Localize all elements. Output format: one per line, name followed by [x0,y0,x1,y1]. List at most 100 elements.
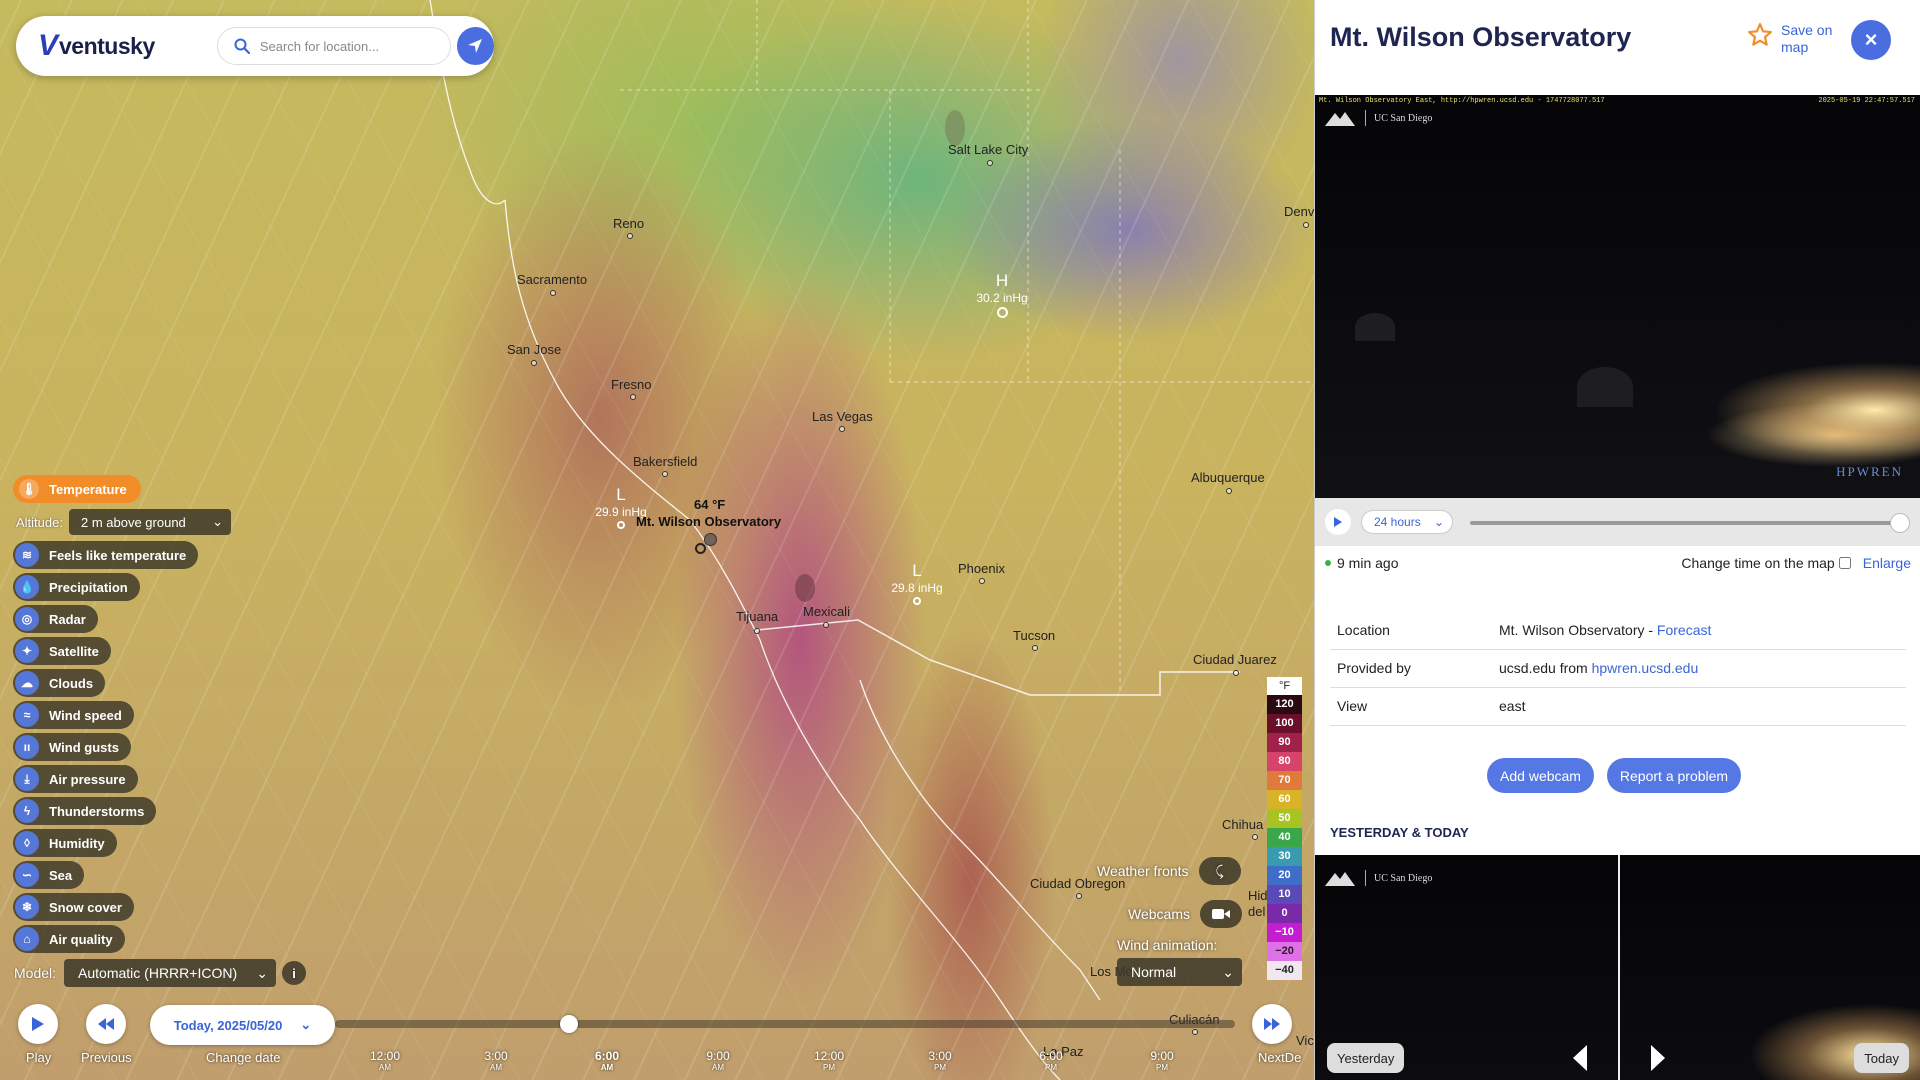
info-value: Mt. Wilson Observatory - Forecast [1492,611,1906,650]
selected-point-marker[interactable] [695,543,706,554]
webcam-status: 9 min ago Change time on the map Enlarge [1325,555,1911,571]
timelapse-handle[interactable] [1890,513,1910,533]
previous-button[interactable] [86,1004,126,1044]
city-label[interactable]: Albuquerque [1191,470,1265,485]
add-webcam-button[interactable]: Add webcam [1487,758,1594,793]
timeline-tick[interactable]: 3:00 PM [910,1049,970,1072]
altitude-select[interactable]: 2 m above ground ⌄ [68,509,231,535]
webcam-marker[interactable] [704,533,717,546]
city-label[interactable]: Mexicali [803,604,850,619]
enlarge-link[interactable]: Enlarge [1863,555,1911,571]
model-info-button[interactable]: i [282,961,307,985]
weather-fronts-toggle[interactable]: ⤹ [1198,857,1241,885]
layer-label: Air quality [49,931,113,947]
layer-clouds[interactable]: ☁ Clouds [13,669,106,697]
today-button[interactable]: Today [1854,1043,1909,1073]
wind-animation-select[interactable]: Normal ⌄ [1117,958,1242,986]
tick-time: 12:00 [369,1049,401,1063]
compare-divider[interactable] [1618,855,1620,1080]
city-label[interactable]: Reno [613,216,644,231]
city-label[interactable]: Salt Lake City [948,142,1028,157]
layer-precipitation[interactable]: 💧 Precipitation [13,573,140,601]
city-label[interactable]: Las Vegas [812,409,873,424]
weather-map[interactable]: Salt Lake City Reno Sacramento San Jose … [0,0,1314,1080]
timeline-tick[interactable]: 12:00 PM [799,1049,859,1072]
ventusky-logo[interactable]: V ventusky [38,29,205,63]
timeline-tick[interactable]: 9:00 AM [688,1049,748,1072]
report-problem-button[interactable]: Report a problem [1607,758,1741,793]
date-picker-button[interactable]: Today, 2025/05/20 ⌄ [150,1005,335,1045]
next-button[interactable] [1252,1004,1292,1044]
search-input[interactable] [259,38,440,54]
timeline-tick[interactable]: 3:00 AM [466,1049,526,1072]
close-icon: × [1864,27,1878,52]
city-label[interactable]: Vic [1296,1033,1314,1048]
timeline-handle[interactable] [560,1015,578,1033]
webcams-toggle[interactable] [1199,900,1242,928]
timeline-track[interactable] [335,1020,1235,1028]
layer-thunderstorms[interactable]: ϟ Thunderstorms [13,797,157,825]
layer-temperature-active[interactable]: 🌡 Temperature [13,475,141,503]
city-marker [1076,893,1082,899]
timeline-tick[interactable]: 12:00 AM [355,1049,415,1072]
webcam-play-button[interactable] [1325,509,1351,535]
layer-satellite[interactable]: ✦ Satellite [13,637,111,665]
arrow-right-icon[interactable] [1651,1045,1665,1071]
layer-snow-cover[interactable]: ❄ Snow cover [13,893,134,921]
layer-label: Thunderstorms [49,803,145,819]
city-marker [662,471,668,477]
selected-point-temp: 64 °F [694,497,726,512]
navigation-arrow-icon [468,39,483,53]
timeline-tick[interactable]: 9:00 PM [1132,1049,1192,1072]
tick-time: 9:00 [706,1049,730,1063]
layer-wind-gusts[interactable]: ıı Wind gusts [13,733,131,761]
city-label[interactable]: Phoenix [958,561,1005,576]
layer-sea[interactable]: ∽ Sea [13,861,85,889]
city-label[interactable]: Bakersfield [633,454,697,469]
change-time-toggle[interactable]: Change time on the map [1681,555,1851,571]
model-control: Model: Automatic (HRRR+ICON) ⌄ i [14,959,307,987]
layer-feels-like[interactable]: ≋ Feels like temperature [13,541,199,569]
layer-humidity[interactable]: ◊ Humidity [13,829,117,857]
close-button[interactable]: × [1851,20,1891,60]
layer-air-pressure[interactable]: ⤓ Air pressure [13,765,138,793]
yesterday-button[interactable]: Yesterday [1327,1043,1405,1073]
city-label[interactable]: Ciudad Juarez [1193,652,1277,667]
save-on-map-button[interactable]: Save on map [1747,22,1839,56]
model-label: Model: [14,965,57,981]
observatory-dome [1355,313,1395,341]
legend-step: 30 [1267,847,1302,866]
layer-radar[interactable]: ◎ Radar [13,605,98,633]
search-field[interactable] [216,27,451,65]
layer-label: Snow cover [49,899,122,915]
timeline-tick[interactable]: 6:00 AM [577,1049,637,1072]
tick-time: 3:00 [928,1049,952,1063]
layer-air-quality[interactable]: ⌂ Air quality [13,925,125,953]
play-button[interactable] [18,1004,58,1044]
city-label[interactable]: Chihua [1222,817,1263,832]
layer-wind-speed[interactable]: ≈ Wind speed [13,701,134,729]
humidity-icon: ◊ [15,831,39,855]
selected-point-name[interactable]: Mt. Wilson Observatory [636,514,781,529]
yesterday-today-compare[interactable]: UC San Diego Yesterday Today [1315,855,1920,1080]
timeline-tick[interactable]: 6:00 PM [1021,1049,1081,1072]
model-select[interactable]: Automatic (HRRR+ICON) ⌄ [64,959,277,987]
city-label[interactable]: San Jose [507,342,561,357]
mountain-logo-icon [1325,872,1355,886]
timelapse-track[interactable] [1470,521,1900,525]
city-label[interactable]: Tijuana [736,609,778,624]
webcam-image[interactable]: Mt. Wilson Observatory East, http://hpwr… [1315,95,1920,498]
timelapse-range-select[interactable]: 24 hours ⌄ [1361,510,1453,534]
chevron-down-icon: ⌄ [1222,963,1234,980]
city-label[interactable]: Fresno [611,377,651,392]
arrow-left-icon[interactable] [1573,1045,1587,1071]
tick-ampm: AM [490,1063,502,1072]
provider-link[interactable]: hpwren.ucsd.edu [1592,660,1699,676]
locate-me-button[interactable] [456,27,495,65]
forecast-link[interactable]: Forecast [1657,622,1711,638]
change-time-checkbox[interactable] [1838,557,1851,569]
city-label[interactable]: Sacramento [517,272,587,287]
legend-step: 40 [1267,828,1302,847]
city-label[interactable]: Denv [1284,204,1314,219]
city-label[interactable]: Tucson [1013,628,1055,643]
